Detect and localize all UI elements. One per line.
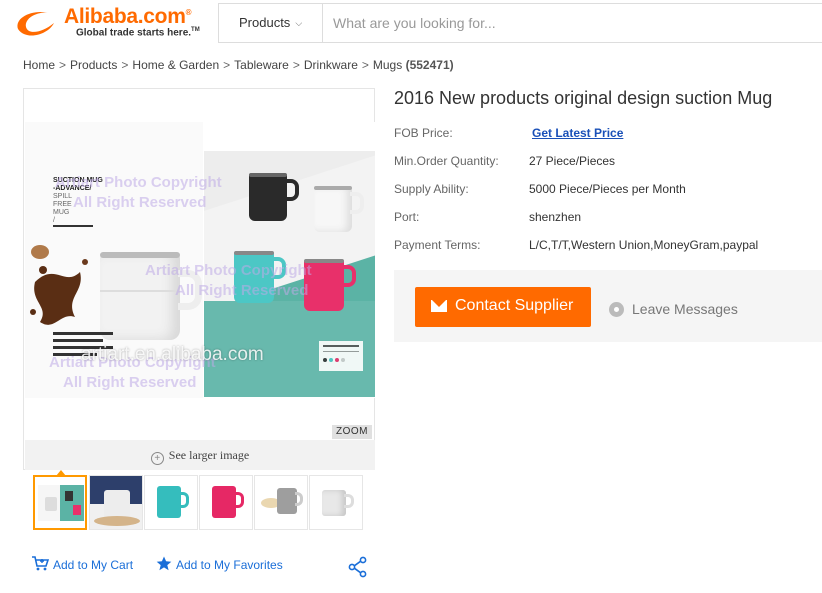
add-to-favorites-link[interactable]: Add to My Favorites: [156, 556, 283, 572]
share-icon[interactable]: [348, 556, 368, 578]
watermark-overlay: All Right Reserved: [175, 282, 309, 299]
watermark-overlay: Artiart Photo Copyright: [55, 174, 222, 191]
attribute-label: Payment Terms:: [394, 238, 481, 252]
product-label-line: /: [53, 217, 55, 224]
breadcrumb-count: (552471): [405, 58, 454, 72]
alibaba-logo[interactable]: Alibaba.com® Global trade starts here.TM: [12, 5, 212, 41]
get-latest-price-link[interactable]: Get Latest Price: [532, 126, 623, 140]
thumbnail-4[interactable]: [199, 475, 253, 530]
see-larger-image-button[interactable]: + See larger image: [25, 440, 375, 470]
logo-registered-mark: ®: [185, 8, 192, 17]
star-icon: [156, 556, 172, 571]
attribute-label: Min.Order Quantity:: [394, 154, 499, 168]
chevron-down-icon: ⌵: [295, 18, 303, 28]
site-header: Alibaba.com® Global trade starts here.TM…: [0, 0, 822, 46]
attribute-value: 27 Piece/Pieces: [529, 154, 616, 168]
breadcrumb-separator: >: [121, 58, 129, 72]
attribute-label: FOB Price:: [394, 126, 453, 140]
breadcrumb-separator: >: [59, 58, 67, 72]
watermark-overlay: All Right Reserved: [63, 374, 197, 391]
contact-supplier-label: Contact Supplier: [455, 297, 574, 314]
breadcrumb-home[interactable]: Home: [23, 58, 55, 72]
store-watermark: artiart.en.alibaba.com: [81, 344, 264, 365]
breadcrumb-separator: >: [223, 58, 231, 72]
attribute-value: shenzhen: [529, 210, 582, 224]
attribute-row-fob-price: FOB Price: Get Latest Price: [394, 126, 814, 154]
breadcrumb: Home > Products > Home & Garden > Tableware > Dr…: [23, 58, 454, 72]
alibaba-smile-icon: [17, 11, 54, 36]
contact-panel: Contact Supplier Leave Messages: [394, 270, 822, 342]
logo-text: Alibaba.com: [64, 5, 186, 28]
product-attributes: FOB Price: Get Latest Price Min.Order Qu…: [394, 126, 814, 266]
attribute-row-payment-terms: Payment Terms: L/C,T/T,Western Union,Mon…: [394, 238, 814, 266]
breadcrumb-separator: >: [361, 58, 369, 72]
attribute-row-min-order: Min.Order Quantity: 27 Piece/Pieces: [394, 154, 814, 182]
breadcrumb-products[interactable]: Products: [70, 58, 117, 72]
add-to-cart-link[interactable]: Add to My Cart: [31, 556, 133, 572]
message-icon: [609, 302, 624, 317]
envelope-icon: [431, 300, 447, 312]
see-larger-image-label: See larger image: [168, 448, 250, 462]
cart-icon: [32, 556, 49, 571]
breadcrumb-tableware[interactable]: Tableware: [234, 58, 289, 72]
attribute-row-supply-ability: Supply Ability: 5000 Piece/Pieces per Mo…: [394, 182, 814, 210]
logo-trademark: TM: [191, 27, 200, 33]
search-input[interactable]: [323, 4, 821, 42]
add-to-cart-label: Add to My Cart: [53, 558, 134, 572]
breadcrumb-separator: >: [292, 58, 300, 72]
thumbnail-2[interactable]: [89, 475, 143, 530]
contact-supplier-button[interactable]: Contact Supplier: [415, 287, 591, 327]
black-mug-graphic: [249, 173, 299, 221]
thumbnail-3[interactable]: [144, 475, 198, 530]
product-gallery: SUCTION MUG -ADVANCE/ SPILL FREE MUG / A…: [23, 88, 375, 470]
zoom-badge[interactable]: ZOOM: [332, 425, 372, 439]
thumbnail-6[interactable]: [309, 475, 363, 530]
thumbnail-1[interactable]: [33, 475, 87, 530]
info-box-graphic: [319, 341, 363, 371]
leave-messages-label: Leave Messages: [632, 301, 738, 317]
attribute-row-port: Port: shenzhen: [394, 210, 814, 238]
product-title: 2016 New products original design suctio…: [394, 88, 773, 108]
breadcrumb-mugs[interactable]: Mugs: [373, 58, 402, 72]
search-bar: Products ⌵: [218, 3, 822, 43]
category-dropdown[interactable]: Products ⌵: [219, 4, 323, 42]
logo-tagline: Global trade starts here.: [76, 27, 192, 39]
label-underline: [53, 225, 93, 227]
add-to-favorites-label: Add to My Favorites: [176, 558, 283, 572]
attribute-label: Port:: [394, 210, 420, 224]
thumbnail-strip: [33, 475, 368, 533]
watermark-overlay: All Right Reserved: [73, 194, 207, 211]
main-product-image[interactable]: SUCTION MUG -ADVANCE/ SPILL FREE MUG / A…: [25, 122, 375, 398]
thumbnail-5[interactable]: [254, 475, 308, 530]
white-mug-graphic: [314, 186, 364, 232]
breadcrumb-drinkware[interactable]: Drinkware: [304, 58, 358, 72]
leave-messages-link[interactable]: Leave Messages: [609, 301, 738, 317]
breadcrumb-home-garden[interactable]: Home & Garden: [132, 58, 219, 72]
category-dropdown-label: Products: [239, 15, 291, 30]
attribute-value: L/C,T/T,Western Union,MoneyGram,paypal: [529, 238, 759, 252]
zoom-in-icon: +: [150, 452, 164, 465]
watermark-overlay: Artiart Photo Copyright: [145, 262, 312, 279]
attribute-label: Supply Ability:: [394, 182, 469, 196]
attribute-value: 5000 Piece/Pieces per Month: [529, 182, 686, 196]
